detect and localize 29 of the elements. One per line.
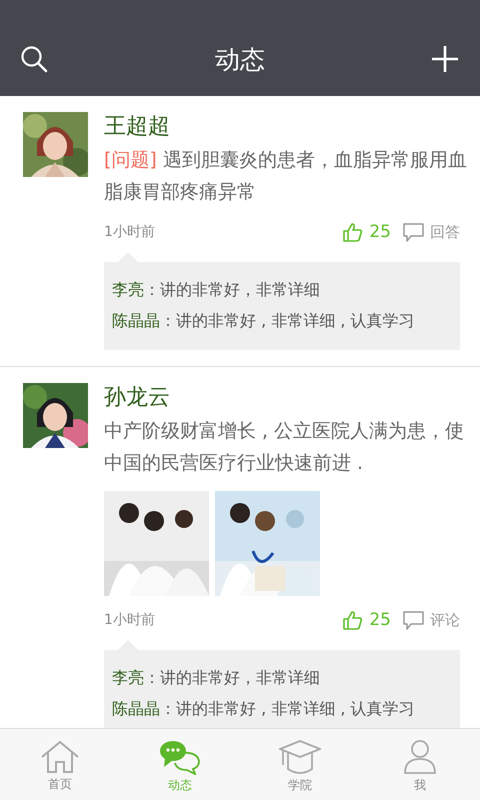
thumbs-up-icon[interactable] [343,610,364,630]
comment-text: 陈晶晶：讲的非常好 , 非常详细 , 认真学习 [112,310,416,332]
like-count: 25 [369,222,391,242]
post-time: 1小时前 [104,611,155,629]
speech-bubble-icon[interactable] [403,222,424,242]
chat-bubbles-icon [159,739,201,775]
post-text: [问题] 遇到胆囊炎的患者，血脂异常服用血脂康胃部疼痛异常 [104,148,468,205]
person-icon [403,739,437,775]
comment-text: 李亮：讲的非常好，非常详细 [112,667,321,689]
post-time: 1小时前 [104,223,155,241]
author-name[interactable]: 孙龙云 [104,383,460,413]
page-title: 动态 [215,44,265,76]
reply-link[interactable]: 评论 [430,610,460,630]
add-icon[interactable] [432,46,458,72]
comment-text: 陈晶晶：讲的非常好 , 非常详细 , 认真学习 [112,698,416,720]
graduation-cap-icon [279,739,321,775]
thumbs-up-icon[interactable] [343,222,364,242]
tab[interactable]: 我 [360,729,480,800]
post-text: 中产阶级财富增长 , 公立医院人满为患，使中国的民营医疗行业快速前进 . [104,419,466,476]
home-icon [40,740,80,774]
author-name[interactable]: 王超超 [104,112,460,142]
speech-bubble-icon[interactable] [403,610,424,630]
like-count: 25 [369,610,391,630]
search-icon[interactable] [20,45,48,73]
tab[interactable]: 学院 [240,729,360,800]
tab[interactable]: 动态 [120,729,240,800]
tab[interactable]: 首页 [0,729,120,800]
reply-link[interactable]: 回答 [430,222,460,242]
comment-text: 李亮：讲的非常好，非常详细 [112,279,321,301]
